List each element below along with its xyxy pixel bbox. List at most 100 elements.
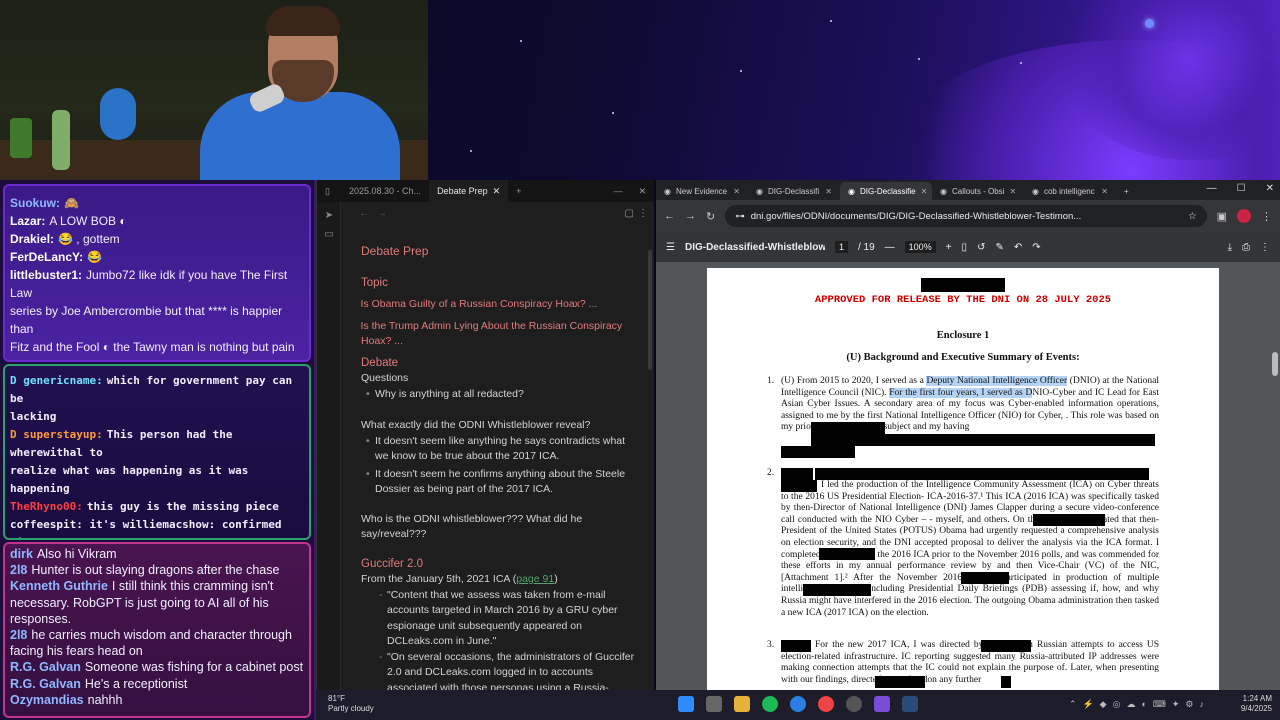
new-tab-icon[interactable]: + xyxy=(1116,182,1137,200)
rotate-icon[interactable]: ↺ xyxy=(977,242,985,253)
send-icon[interactable]: ➤ xyxy=(317,210,341,221)
ica-page-link[interactable]: page 91 xyxy=(516,573,554,585)
more-options-icon[interactable]: ⋮ xyxy=(1260,242,1270,253)
close-icon[interactable]: ✕ xyxy=(493,186,501,197)
chrome-icon[interactable] xyxy=(818,696,834,712)
chat-username[interactable]: Mixxed2010: xyxy=(10,536,83,538)
chat-username[interactable]: Lazar: xyxy=(10,214,45,228)
back-arrow-icon[interactable]: ← xyxy=(664,210,675,222)
zoom-input[interactable]: 100% xyxy=(904,241,936,253)
chat-username[interactable]: R.G. Galvan xyxy=(10,677,81,691)
forward-arrow-icon[interactable]: → xyxy=(685,210,696,222)
annotate-icon[interactable]: ✎ xyxy=(995,242,1003,253)
print-icon[interactable]: ⎙ xyxy=(1242,242,1250,253)
steam-icon[interactable] xyxy=(902,696,918,712)
close-window-icon[interactable]: ✕ xyxy=(630,180,654,202)
paragraph-3: For the new 2017 ICA, I was directed by … xyxy=(781,640,1159,685)
chat-text: Someone was fishing for a cabinet post xyxy=(84,660,304,675)
tab-debate-prep[interactable]: Debate Prep ✕ xyxy=(429,180,509,202)
browser-tab[interactable]: ◉ Callouts - Obsi ✕ xyxy=(932,182,1024,200)
sidebar-toggle-icon[interactable]: ▯ xyxy=(317,180,341,202)
question-2: What exactly did the ODNI Whistleblower … xyxy=(361,419,591,431)
start-icon[interactable] xyxy=(678,696,694,712)
minimize-icon[interactable]: — xyxy=(1207,183,1217,194)
star xyxy=(520,40,522,42)
menu-icon[interactable]: ⋮ xyxy=(1261,210,1272,223)
file-explorer-icon[interactable] xyxy=(734,696,750,712)
chat-text: lacking xyxy=(10,410,57,423)
debate-heading: Debate xyxy=(361,356,399,369)
profile-avatar[interactable] xyxy=(1237,209,1251,223)
chat-username[interactable]: D genericname: xyxy=(10,374,103,387)
browser-tab[interactable]: ◉ DIG-Declassifie ✕ xyxy=(840,182,932,200)
close-tab-icon[interactable]: ✕ xyxy=(1101,187,1108,196)
site-info-icon[interactable]: ⊶ xyxy=(735,211,745,222)
topic-link-2[interactable]: Is the Trump Admin Lying About the Russi… xyxy=(361,319,636,350)
back-arrow-icon[interactable]: ← xyxy=(359,208,369,219)
chat-username[interactable]: 2l8 xyxy=(10,628,27,642)
undo-icon[interactable]: ↶ xyxy=(1014,242,1022,253)
summary-heading: (U) Background and Executive Summary of … xyxy=(846,352,1080,363)
task-view-icon[interactable] xyxy=(706,696,722,712)
notes-scrollbar[interactable] xyxy=(648,250,652,370)
pdf-viewer[interactable]: APPROVED FOR RELEASE BY THE DNI ON 28 JU… xyxy=(656,262,1280,690)
chat-username[interactable]: Suokuw: xyxy=(10,196,60,210)
forward-arrow-icon[interactable]: → xyxy=(377,208,387,219)
chat-username[interactable]: Ozymandias xyxy=(10,693,84,707)
chat-message: series by Joe Ambercrombie but that ****… xyxy=(10,302,305,338)
redo-icon[interactable]: ↷ xyxy=(1032,242,1040,253)
chat-username[interactable]: Drakiel: xyxy=(10,232,54,246)
clock-time: 1:24 AM xyxy=(1242,694,1272,703)
page-total: / 19 xyxy=(857,241,875,253)
reload-icon[interactable]: ↻ xyxy=(706,210,715,223)
page-number-input[interactable]: 1 xyxy=(834,241,848,253)
zoom-in-icon[interactable]: + xyxy=(946,242,952,253)
system-tray-icons[interactable]: ⌃⚡◆◎☁◐⌨✦⚙♪ xyxy=(1069,699,1210,710)
bookmark-star-icon[interactable]: ☆ xyxy=(1188,211,1197,222)
minimize-icon[interactable]: — xyxy=(605,180,630,202)
chat-text: realize what was happening as it was hap… xyxy=(10,464,249,495)
favicon-icon: ◉ xyxy=(1032,186,1039,196)
settings-icon[interactable] xyxy=(846,696,862,712)
chat-username[interactable]: TheRhyno00: xyxy=(10,500,83,513)
chat-username[interactable]: FerDeLancY: xyxy=(10,250,83,264)
hamburger-menu-icon[interactable]: ☰ xyxy=(666,242,675,253)
streamer-shirt xyxy=(200,92,400,180)
spotify-icon[interactable] xyxy=(762,696,778,712)
edge-icon[interactable] xyxy=(790,696,806,712)
panel-icon[interactable]: ▭ xyxy=(317,229,341,240)
close-tab-icon[interactable]: ✕ xyxy=(921,187,928,196)
chat-username[interactable]: dirk xyxy=(10,547,33,561)
address-bar[interactable]: ⊶ dni.gov/files/ODNI/documents/DIG/DIG-De… xyxy=(725,205,1207,227)
questions-label: Questions xyxy=(361,372,409,384)
maximize-icon[interactable]: ☐ xyxy=(1237,183,1246,194)
close-tab-icon[interactable]: ✕ xyxy=(825,187,832,196)
topic-link-1[interactable]: Is Obama Guilty of a Russian Conspiracy … xyxy=(361,297,636,313)
chat-username[interactable]: D superstayup: xyxy=(10,428,103,441)
close-icon[interactable]: ✕ xyxy=(1266,183,1274,194)
chat-username[interactable]: littlebuster1: xyxy=(10,268,82,282)
browser-tab[interactable]: ◉ DIG-Declassifi ✕ xyxy=(748,182,840,200)
zoom-out-icon[interactable]: — xyxy=(885,242,895,253)
redaction-bar xyxy=(875,676,925,688)
pdf-scrollbar[interactable] xyxy=(1272,352,1278,376)
clock[interactable]: 1:24 AM 9/4/2025 xyxy=(1241,694,1272,714)
close-tab-icon[interactable]: ✕ xyxy=(733,187,740,196)
close-tab-icon[interactable]: ✕ xyxy=(1009,187,1016,196)
chat-username[interactable]: R.G. Galvan xyxy=(10,660,81,674)
browser-tab[interactable]: ◉ cob intelligenc ✕ xyxy=(1024,182,1116,200)
chat-message: R.G. Galvan Someone was fishing for a cab… xyxy=(10,659,305,675)
fit-page-icon[interactable]: ▯ xyxy=(962,242,968,253)
chat-section-1: Suokuw: 🙈 Lazar: A LOW BOB ◐ Drakiel: 😂 , got… xyxy=(3,184,311,362)
browser-tab[interactable]: ◉ New Evidence ✕ xyxy=(656,182,748,200)
more-options-icon[interactable]: ⋮ xyxy=(638,208,648,219)
extensions-icon[interactable]: ▣ xyxy=(1217,210,1227,223)
new-tab-icon[interactable]: + xyxy=(508,180,529,202)
obsidian-icon[interactable] xyxy=(874,696,890,712)
weather-widget[interactable]: 81°F Partly cloudy xyxy=(328,694,374,714)
chat-username[interactable]: 2l8 xyxy=(10,563,27,577)
download-icon[interactable]: ⤓ xyxy=(1228,242,1232,253)
chat-username[interactable]: Kenneth Guthrie xyxy=(10,579,108,593)
tab-daily-note[interactable]: 2025.08.30 - Ch... xyxy=(341,180,429,202)
reading-view-icon[interactable]: ▢ xyxy=(625,208,634,219)
